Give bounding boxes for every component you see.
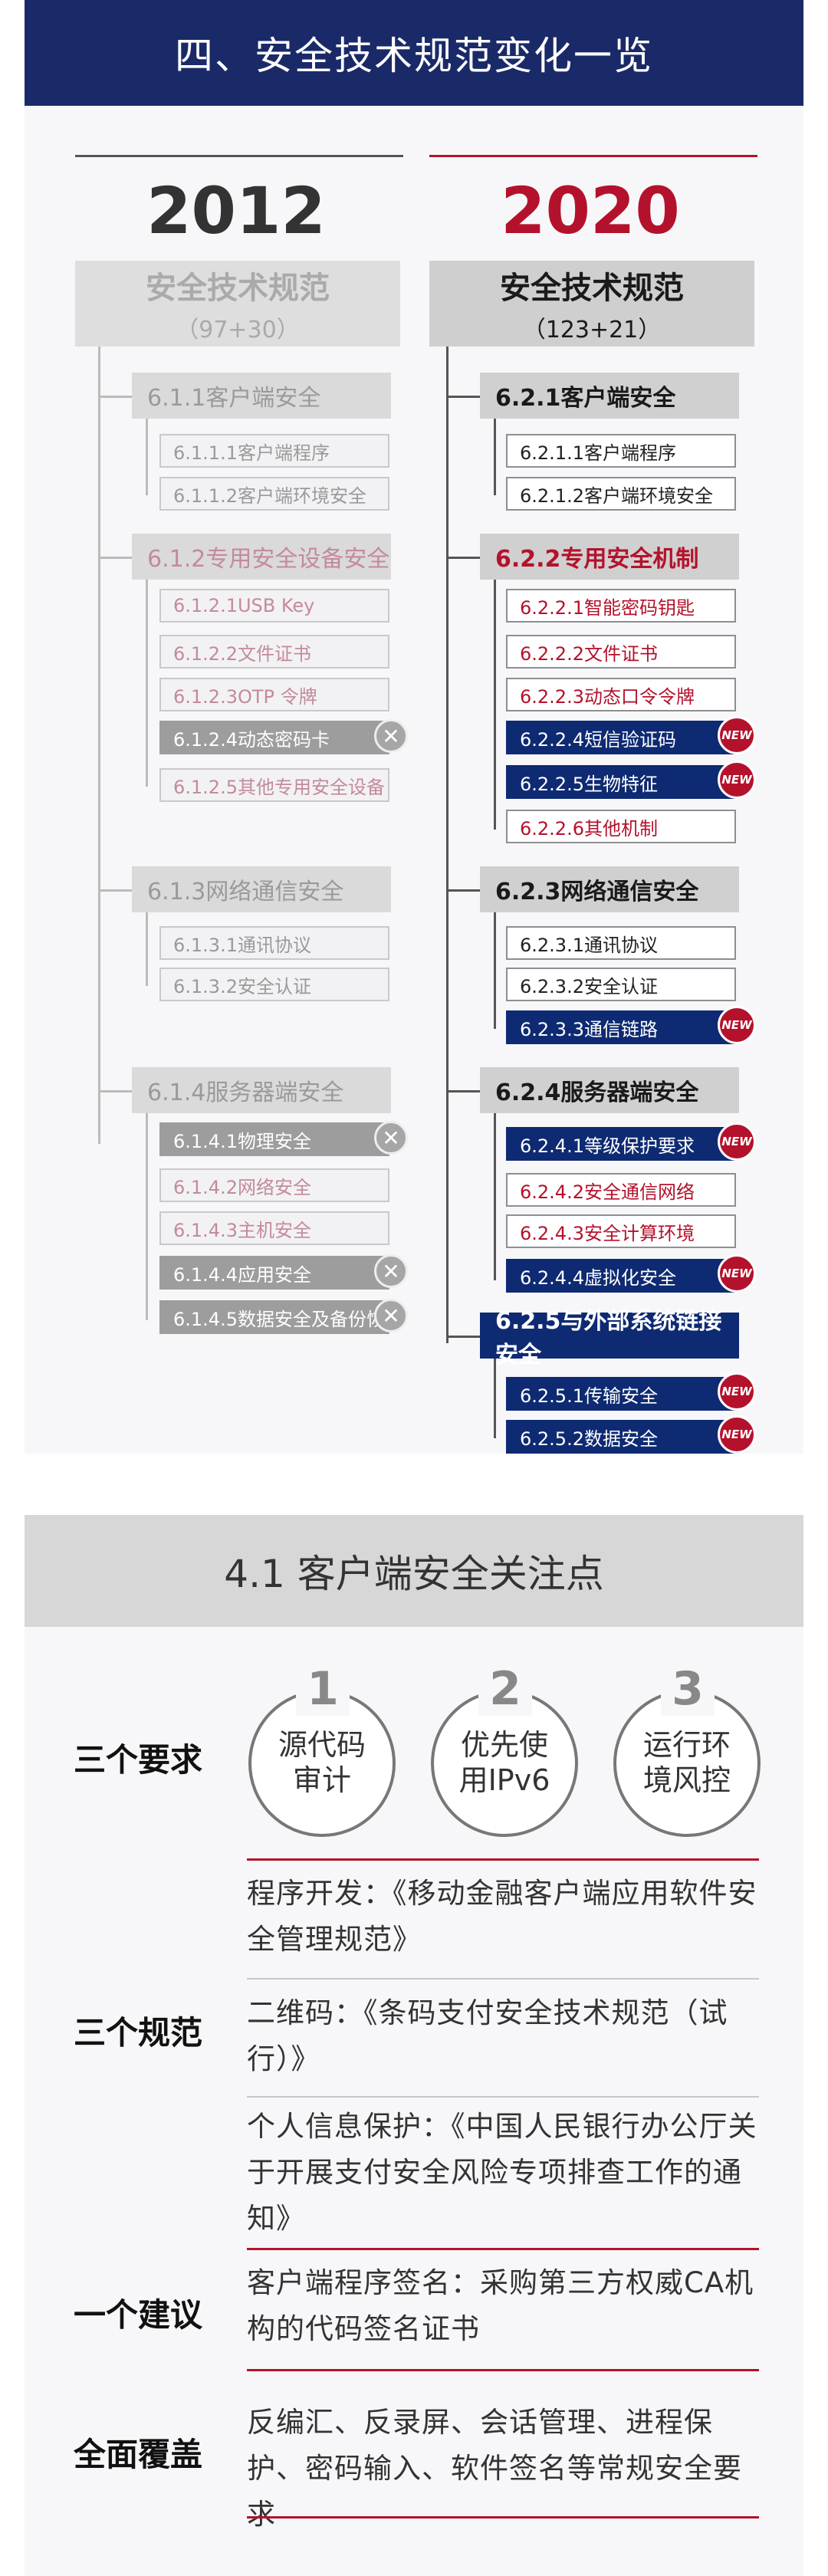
old-item-removed: 6.1.4.1物理安全	[159, 1122, 389, 1156]
requirements-label: 三个要求	[74, 1741, 203, 1779]
old-item-removed: 6.1.2.4动态密码卡	[159, 721, 389, 754]
old-category-count: （97+30）	[176, 317, 300, 343]
divider	[247, 1858, 759, 1861]
new-item: 6.2.3.1通讯协议	[506, 926, 736, 960]
new-badge-icon: NEW	[718, 716, 756, 754]
new-item-added: 6.2.5.1传输安全	[506, 1377, 736, 1411]
new-item: 6.2.2.3动态口令令牌	[506, 678, 736, 711]
divider	[247, 2516, 759, 2518]
removed-icon: ✕	[374, 719, 408, 753]
new-item: 6.2.1.1客户端程序	[506, 434, 736, 468]
new-item: 6.2.1.2客户端环境安全	[506, 477, 736, 511]
new-section-6-2-1: 6.2.1客户端安全	[480, 373, 739, 419]
new-badge-icon: NEW	[718, 761, 756, 799]
old-item: 6.1.3.2安全认证	[159, 968, 389, 1001]
requirement-number: 3	[661, 1662, 715, 1716]
advice-text: 客户端程序签名：采购第三方权威CA机构的代码签名证书	[247, 2266, 754, 2345]
old-item: 6.1.3.1通讯协议	[159, 926, 389, 960]
requirement-number: 2	[478, 1662, 532, 1716]
old-item: 6.1.2.2文件证书	[159, 635, 389, 669]
new-item: 6.2.3.2安全认证	[506, 968, 736, 1001]
old-item: 6.1.2.3OTP 令牌	[159, 678, 389, 711]
requirement-number: 1	[296, 1662, 350, 1716]
new-item-added: 6.2.2.4短信验证码	[506, 721, 736, 754]
spec-item: 程序开发：《移动金融客户端应用软件安全管理规范》	[247, 1877, 757, 1956]
spec-item: 二维码：《条码支付安全技术规范（试行）》	[247, 1996, 728, 2075]
new-section-6-2-5: 6.2.5与外部系统链接安全	[480, 1308, 739, 1368]
new-category-title: 安全技术规范	[500, 271, 684, 306]
old-item: 6.1.4.2网络安全	[159, 1168, 389, 1202]
removed-icon: ✕	[374, 1254, 408, 1288]
old-section-6-1-4: 6.1.4服务器端安全	[132, 1067, 391, 1113]
new-badge-icon: NEW	[718, 1006, 756, 1044]
new-item-added: 6.2.5.2数据安全	[506, 1420, 736, 1454]
removed-icon: ✕	[374, 1299, 408, 1332]
old-category-title: 安全技术规范	[146, 271, 330, 306]
page-header: 四、安全技术规范变化一览	[25, 0, 803, 106]
old-rule	[75, 155, 403, 157]
new-item-added: 6.2.4.1等级保护要求	[506, 1127, 736, 1161]
new-item-added: 6.2.2.5生物特征	[506, 765, 736, 799]
new-section-6-2-4: 6.2.4服务器端安全	[480, 1067, 739, 1113]
divider	[247, 1978, 759, 1980]
spec-item: 个人信息保护：《中国人民银行办公厅关于开展支付安全风险专项排查工作的通知》	[247, 2110, 757, 2235]
old-section-6-1-1: 6.1.1客户端安全	[132, 373, 391, 419]
section-title: 4.1 客户端安全关注点	[25, 1515, 803, 1627]
new-item: 6.2.4.2安全通信网络	[506, 1173, 736, 1207]
new-item: 6.2.2.6其他机制	[506, 810, 736, 843]
new-badge-icon: NEW	[718, 1122, 756, 1161]
coverage-label: 全面覆盖	[74, 2436, 203, 2473]
old-item-removed: 6.1.4.5数据安全及备份恢复	[159, 1300, 389, 1334]
new-item: 6.2.2.2文件证书	[506, 635, 736, 669]
new-section-6-2-2: 6.2.2专用安全机制	[480, 534, 739, 580]
old-category-header: 安全技术规范 （97+30）	[75, 261, 400, 347]
old-section-6-1-2: 6.1.2专用安全设备安全	[132, 534, 391, 580]
new-category-count: （123+21）	[522, 317, 662, 343]
old-item: 6.1.2.1USB Key	[159, 589, 389, 623]
old-item-removed: 6.1.4.4应用安全	[159, 1256, 389, 1290]
new-badge-icon: NEW	[718, 1372, 756, 1411]
new-item: 6.2.2.1智能密码钥匙	[506, 589, 736, 623]
new-item: 6.2.4.3安全计算环境	[506, 1214, 736, 1248]
new-badge-icon: NEW	[718, 1254, 756, 1293]
advice-label: 一个建议	[74, 2296, 203, 2334]
new-badge-icon: NEW	[718, 1415, 756, 1454]
divider	[247, 2248, 759, 2250]
old-item: 6.1.2.5其他专用安全设备	[159, 768, 389, 802]
year-2012: 2012	[146, 173, 326, 248]
year-2020: 2020	[501, 173, 680, 248]
old-item: 6.1.1.1客户端程序	[159, 434, 389, 468]
divider	[247, 2096, 759, 2098]
removed-icon: ✕	[374, 1121, 408, 1155]
divider	[247, 2369, 759, 2371]
new-rule	[429, 155, 757, 157]
specs-label: 三个规范	[74, 2014, 203, 2052]
new-section-6-2-3: 6.2.3网络通信安全	[480, 866, 739, 912]
new-item-added: 6.2.4.4虚拟化安全	[506, 1259, 736, 1293]
old-section-6-1-3: 6.1.3网络通信安全	[132, 866, 391, 912]
old-item: 6.1.1.2客户端环境安全	[159, 477, 389, 511]
new-category-header: 安全技术规范 （123+21）	[429, 261, 754, 347]
new-item-added: 6.2.3.3通信链路	[506, 1010, 736, 1044]
old-item: 6.1.4.3主机安全	[159, 1211, 389, 1245]
